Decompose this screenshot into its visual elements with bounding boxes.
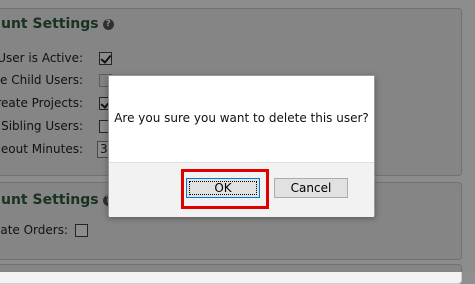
- confirm-dialog: Are you sure you want to delete this use…: [108, 75, 375, 217]
- ok-button[interactable]: OK: [186, 178, 260, 198]
- dialog-message: Are you sure you want to delete this use…: [114, 111, 369, 125]
- cancel-button[interactable]: Cancel: [274, 178, 348, 198]
- dialog-footer: OK Cancel: [109, 162, 374, 217]
